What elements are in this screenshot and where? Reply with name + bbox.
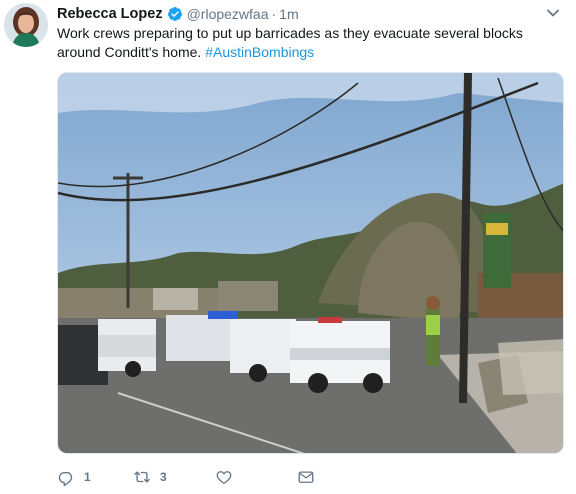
- reply-button[interactable]: 1: [57, 468, 133, 486]
- tweet[interactable]: Rebecca Lopez @rlopezwfaa · 1m Work crew…: [0, 0, 576, 494]
- chevron-down-icon[interactable]: [546, 6, 560, 20]
- retweet-button[interactable]: 3: [133, 468, 215, 486]
- tweet-photo[interactable]: [57, 72, 564, 454]
- verified-badge-icon: [167, 7, 182, 21]
- tweet-text: Work crews preparing to put up barricade…: [57, 24, 557, 62]
- photo-icon: [58, 73, 563, 453]
- avatar[interactable]: [4, 3, 48, 47]
- envelope-icon: [298, 471, 314, 483]
- timestamp[interactable]: 1m: [279, 6, 298, 22]
- avatar-image: [4, 3, 48, 47]
- tweet-header: Rebecca Lopez @rlopezwfaa · 1m: [57, 4, 299, 24]
- author-handle[interactable]: @rlopezwfaa: [187, 6, 269, 22]
- reply-count: 1: [84, 470, 91, 484]
- like-button[interactable]: [215, 468, 297, 486]
- separator-dot: ·: [271, 6, 277, 22]
- retweet-icon: [134, 471, 150, 483]
- direct-message-button[interactable]: [297, 468, 327, 486]
- hashtag-link[interactable]: #AustinBombings: [205, 44, 314, 60]
- heart-icon: [216, 471, 232, 485]
- tweet-actions: 1 3: [57, 466, 327, 488]
- author-name[interactable]: Rebecca Lopez: [57, 6, 163, 22]
- retweet-count: 3: [160, 470, 167, 484]
- reply-icon: [58, 471, 73, 486]
